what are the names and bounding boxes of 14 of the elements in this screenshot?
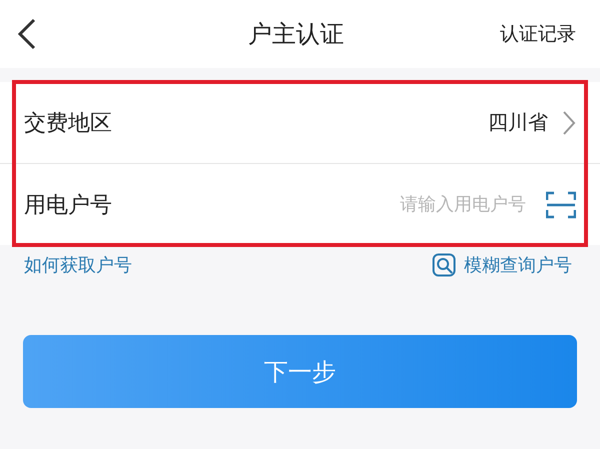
search-icon bbox=[432, 253, 456, 277]
field-label: 用电户号 bbox=[24, 192, 113, 220]
scan-icon[interactable] bbox=[546, 190, 576, 218]
fuzzy-search-link[interactable]: 模糊查询户号 bbox=[432, 253, 572, 277]
help-link[interactable]: 如何获取户号 bbox=[24, 253, 132, 277]
field-label: 交费地区 bbox=[24, 110, 113, 138]
records-link[interactable]: 认证记录 bbox=[500, 21, 576, 47]
chevron-icon bbox=[562, 110, 576, 136]
back-icon[interactable] bbox=[16, 18, 38, 50]
account-input[interactable]: 请输入用电户号 bbox=[354, 193, 528, 216]
next-button[interactable]: 下一步 bbox=[23, 335, 577, 408]
region-value[interactable]: 四川省 bbox=[488, 109, 548, 136]
page-title: 户主认证 bbox=[248, 19, 344, 50]
link-text: 模糊查询户号 bbox=[464, 254, 572, 277]
